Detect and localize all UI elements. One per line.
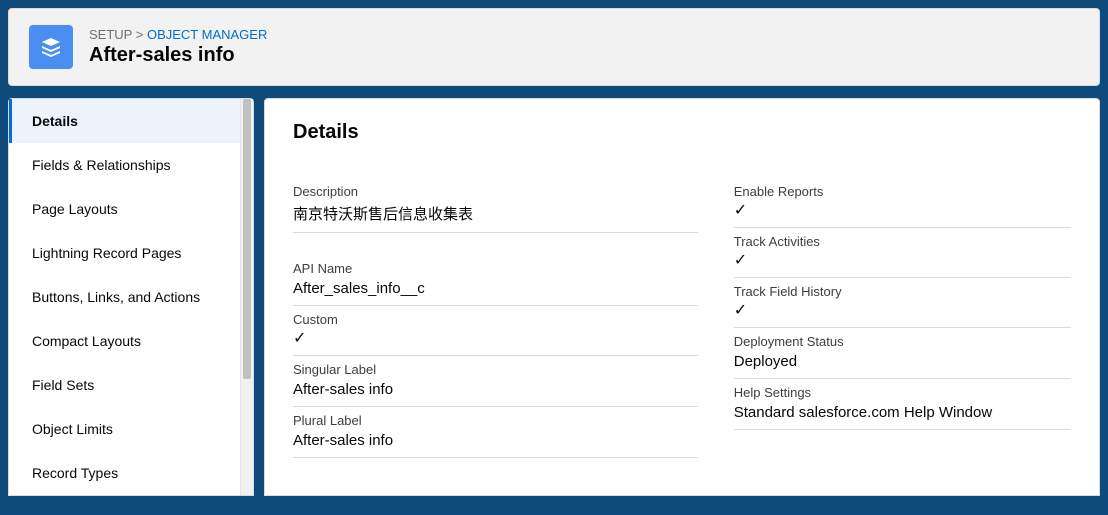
field-value: After-sales info xyxy=(293,381,698,398)
sidebar-item-compact-layouts[interactable]: Compact Layouts xyxy=(9,319,240,363)
field-label: Deployment Status xyxy=(734,334,1071,349)
field-singular-label: Singular Label After-sales info xyxy=(293,362,698,407)
sidebar: DetailsFields & RelationshipsPage Layout… xyxy=(8,98,254,496)
page-header: SETUP > OBJECT MANAGER After-sales info xyxy=(8,8,1100,86)
sidebar-item-buttons-links-and-actions[interactable]: Buttons, Links, and Actions xyxy=(9,275,240,319)
field-value: After_sales_info__c xyxy=(293,280,698,297)
field-track-field-history: Track Field History ✓ xyxy=(734,284,1071,328)
field-deployment-status: Deployment Status Deployed xyxy=(734,334,1071,379)
field-label: Description xyxy=(293,184,698,199)
details-left-column: Description 南京特沃斯售后信息收集表 API Name After_sal… xyxy=(293,184,698,464)
field-api-name: API Name After_sales_info__c xyxy=(293,261,698,306)
sidebar-item-object-limits[interactable]: Object Limits xyxy=(9,407,240,451)
breadcrumb: SETUP > OBJECT MANAGER xyxy=(89,27,267,42)
field-label: Enable Reports xyxy=(734,184,1071,199)
field-custom: Custom ✓ xyxy=(293,312,698,356)
field-value: Deployed xyxy=(734,353,1071,370)
field-plural-label: Plural Label After-sales info xyxy=(293,413,698,458)
breadcrumb-object-manager-link[interactable]: OBJECT MANAGER xyxy=(147,27,267,42)
checkmark-icon: ✓ xyxy=(293,331,698,347)
checkmark-icon: ✓ xyxy=(734,203,1071,219)
sidebar-item-lightning-record-pages[interactable]: Lightning Record Pages xyxy=(9,231,240,275)
field-help-settings: Help Settings Standard salesforce.com Hel… xyxy=(734,385,1071,430)
sidebar-item-record-types[interactable]: Record Types xyxy=(9,451,240,495)
page-title: After-sales info xyxy=(89,44,267,67)
sidebar-item-page-layouts[interactable]: Page Layouts xyxy=(9,187,240,231)
field-value: 南京特沃斯售后信息收集表 xyxy=(293,203,698,224)
field-track-activities: Track Activities ✓ xyxy=(734,234,1071,278)
breadcrumb-separator: > xyxy=(136,27,144,42)
field-label: Plural Label xyxy=(293,413,698,428)
field-value: Standard salesforce.com Help Window xyxy=(734,404,1071,421)
checkmark-icon: ✓ xyxy=(734,303,1071,319)
sidebar-item-details[interactable]: Details xyxy=(9,99,240,143)
field-label: Track Activities xyxy=(734,234,1071,249)
field-label: Singular Label xyxy=(293,362,698,377)
field-label: Help Settings xyxy=(734,385,1071,400)
field-label: Custom xyxy=(293,312,698,327)
main-title: Details xyxy=(293,121,1071,144)
object-icon xyxy=(29,25,73,69)
field-enable-reports: Enable Reports ✓ xyxy=(734,184,1071,228)
field-label: Track Field History xyxy=(734,284,1071,299)
details-right-column: Enable Reports✓Track Activities✓Track Fi… xyxy=(734,184,1071,464)
sidebar-scrollbar-thumb[interactable] xyxy=(243,99,251,379)
sidebar-item-fields-relationships[interactable]: Fields & Relationships xyxy=(9,143,240,187)
field-description: Description 南京特沃斯售后信息收集表 xyxy=(293,184,698,233)
checkmark-icon: ✓ xyxy=(734,253,1071,269)
sidebar-item-field-sets[interactable]: Field Sets xyxy=(9,363,240,407)
main-panel: Details Description南京特沃斯售后信息收集表API NameA… xyxy=(264,98,1100,496)
sidebar-scrollbar[interactable] xyxy=(240,99,253,495)
breadcrumb-setup: SETUP xyxy=(89,27,132,42)
field-value: After-sales info xyxy=(293,432,698,449)
field-label: API Name xyxy=(293,261,698,276)
